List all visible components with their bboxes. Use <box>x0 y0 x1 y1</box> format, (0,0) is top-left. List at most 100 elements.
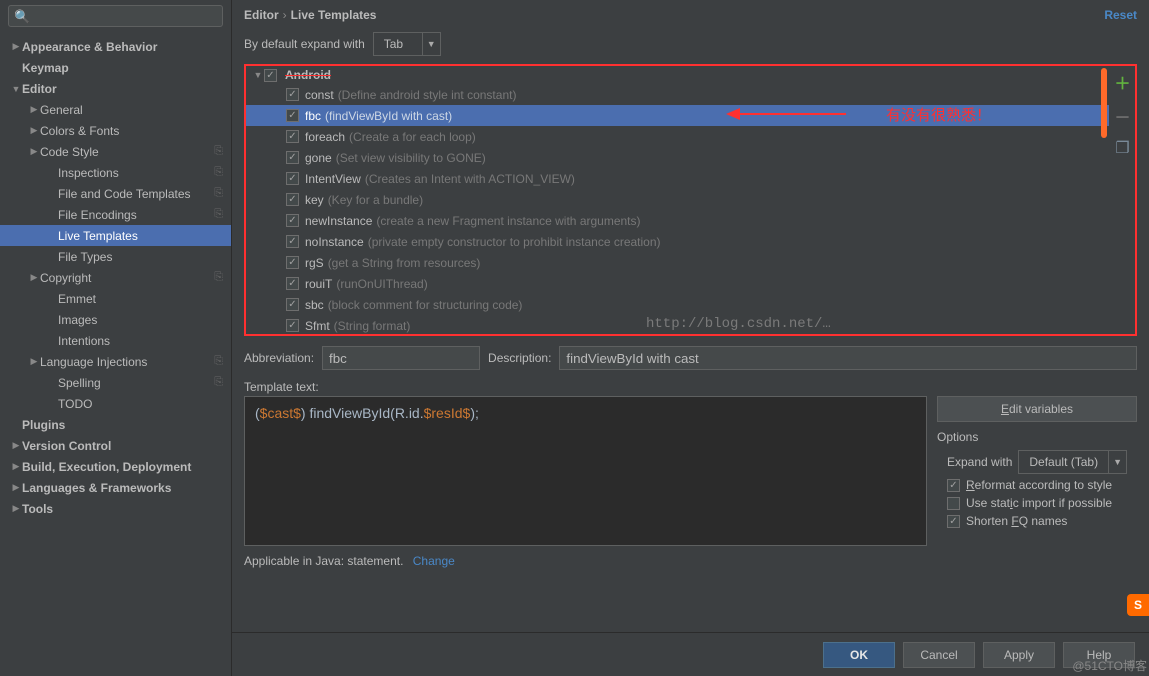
sidebar-item-spelling[interactable]: Spelling⎘ <box>0 372 231 393</box>
search-input[interactable] <box>8 5 223 27</box>
sidebar-item-label: Languages & Frameworks <box>22 481 171 495</box>
sidebar-item-copyright[interactable]: Copyright⎘ <box>0 267 231 288</box>
sidebar-item-code-style[interactable]: Code Style⎘ <box>0 141 231 162</box>
checkbox-icon[interactable] <box>286 298 299 311</box>
remove-icon[interactable]: － <box>1114 104 1130 128</box>
sidebar-item-plugins[interactable]: Plugins <box>0 414 231 435</box>
template-abbr: gone <box>305 151 332 165</box>
sidebar-item-label: Spelling <box>58 376 101 390</box>
cancel-button[interactable]: Cancel <box>903 642 975 668</box>
template-item-fbc[interactable]: fbc (findViewById with cast) <box>246 105 1109 126</box>
checkbox-icon[interactable] <box>947 479 960 492</box>
sidebar-item-label: General <box>40 103 83 117</box>
sidebar-item-editor[interactable]: Editor <box>0 78 231 99</box>
template-item-sbc[interactable]: sbc (block comment for structuring code) <box>246 294 1109 315</box>
template-list[interactable]: Android const (Define android style int … <box>246 66 1109 334</box>
settings-sidebar: 🔍 Appearance & BehaviorKeymapEditorGener… <box>0 0 232 676</box>
apply-button[interactable]: Apply <box>983 642 1055 668</box>
chevron-down-icon: ▼ <box>422 33 440 55</box>
checkbox-icon[interactable] <box>286 214 299 227</box>
sidebar-item-colors-fonts[interactable]: Colors & Fonts <box>0 120 231 141</box>
add-icon[interactable]: ＋ <box>1114 70 1130 94</box>
checkbox-icon[interactable] <box>286 277 299 290</box>
copy-icon: ⎘ <box>214 145 223 158</box>
static-import-option[interactable]: Use static import if possible <box>947 496 1137 510</box>
settings-tree[interactable]: Appearance & Behavior KeymapEditor General… <box>0 32 231 676</box>
checkbox-icon[interactable] <box>947 515 960 528</box>
sidebar-item-label: File Types <box>58 250 112 264</box>
checkbox-icon[interactable] <box>286 319 299 332</box>
template-desc: (Define android style int constant) <box>338 88 517 102</box>
template-item-const[interactable]: const (Define android style int constant… <box>246 84 1109 105</box>
checkbox-icon[interactable] <box>286 88 299 101</box>
template-item-key[interactable]: key (Key for a bundle) <box>246 189 1109 210</box>
default-expand-combo[interactable]: Tab ▼ <box>373 32 441 56</box>
checkbox-icon[interactable] <box>286 256 299 269</box>
sidebar-item-general[interactable]: General <box>0 99 231 120</box>
sidebar-item-keymap[interactable]: Keymap <box>0 57 231 78</box>
tree-arrow-icon <box>28 104 40 115</box>
checkbox-icon[interactable] <box>286 193 299 206</box>
template-text-editor[interactable]: ($cast$) findViewById(R.id.$resId$); <box>244 396 927 546</box>
applicable-text: Applicable in Java: statement. <box>244 554 403 568</box>
sidebar-item-version-control[interactable]: Version Control <box>0 435 231 456</box>
checkbox-icon[interactable] <box>264 69 277 82</box>
sidebar-item-appearance-behavior[interactable]: Appearance & Behavior <box>0 36 231 57</box>
sidebar-item-label: Colors & Fonts <box>40 124 119 138</box>
sidebar-item-inspections[interactable]: Inspections⎘ <box>0 162 231 183</box>
template-item-foreach[interactable]: foreach (Create a for each loop) <box>246 126 1109 147</box>
corner-watermark: @51CTO博客 <box>1072 657 1147 674</box>
change-context-link[interactable]: Change <box>413 554 455 568</box>
sidebar-item-label: Build, Execution, Deployment <box>22 460 191 474</box>
checkbox-icon[interactable] <box>286 109 299 122</box>
ime-badge: S <box>1127 594 1149 616</box>
template-item-intentview[interactable]: IntentView (Creates an Intent with ACTIO… <box>246 168 1109 189</box>
copy-icon[interactable]: ❐ <box>1115 138 1129 158</box>
sidebar-item-label: Copyright <box>40 271 91 285</box>
template-abbr: foreach <box>305 130 345 144</box>
reset-link[interactable]: Reset <box>1104 8 1137 22</box>
expand-with-label: Expand with <box>947 455 1012 469</box>
sidebar-item-label: Plugins <box>22 418 65 432</box>
copy-icon: ⎘ <box>214 166 223 179</box>
expand-with-combo[interactable]: Default (Tab) ▼ <box>1018 450 1127 474</box>
sidebar-item-intentions[interactable]: Intentions <box>0 330 231 351</box>
sidebar-item-file-encodings[interactable]: File Encodings⎘ <box>0 204 231 225</box>
edit-variables-button[interactable]: Edit variables <box>937 396 1137 422</box>
sidebar-item-build-execution-deployment[interactable]: Build, Execution, Deployment <box>0 456 231 477</box>
checkbox-icon[interactable] <box>286 235 299 248</box>
template-item-noinstance[interactable]: noInstance (private empty constructor to… <box>246 231 1109 252</box>
scrollbar[interactable] <box>1101 68 1107 138</box>
sidebar-item-file-types[interactable]: File Types <box>0 246 231 267</box>
tree-arrow-icon <box>10 84 22 94</box>
checkbox-icon[interactable] <box>286 172 299 185</box>
abbreviation-input[interactable] <box>322 346 480 370</box>
template-text-label: Template text: <box>244 380 1137 394</box>
sidebar-item-todo[interactable]: TODO <box>0 393 231 414</box>
shorten-fq-option[interactable]: Shorten FQ names <box>947 514 1137 528</box>
template-item-rgs[interactable]: rgS (get a String from resources) <box>246 252 1109 273</box>
template-item-gone[interactable]: gone (Set view visibility to GONE) <box>246 147 1109 168</box>
sidebar-item-images[interactable]: Images <box>0 309 231 330</box>
sidebar-item-live-templates[interactable]: Live Templates <box>0 225 231 246</box>
template-item-rouit[interactable]: rouiT (runOnUIThread) <box>246 273 1109 294</box>
description-input[interactable] <box>559 346 1137 370</box>
sidebar-item-label: Appearance & Behavior <box>22 40 157 54</box>
template-item-sfmt[interactable]: Sfmt (String format) <box>246 315 1109 334</box>
ok-button[interactable]: OK <box>823 642 895 668</box>
reformat-option[interactable]: Reformat according to style <box>947 478 1137 492</box>
sidebar-item-language-injections[interactable]: Language Injections⎘ <box>0 351 231 372</box>
checkbox-icon[interactable] <box>947 497 960 510</box>
templates-area: Android const (Define android style int … <box>244 64 1137 336</box>
template-desc: (Creates an Intent with ACTION_VIEW) <box>365 172 575 186</box>
template-group[interactable]: Android <box>246 66 1109 84</box>
description-label: Description: <box>488 351 551 365</box>
checkbox-icon[interactable] <box>286 130 299 143</box>
sidebar-item-tools[interactable]: Tools <box>0 498 231 519</box>
sidebar-item-emmet[interactable]: Emmet <box>0 288 231 309</box>
sidebar-item-languages-frameworks[interactable]: Languages & Frameworks <box>0 477 231 498</box>
checkbox-icon[interactable] <box>286 151 299 164</box>
template-desc: (private empty constructor to prohibit i… <box>368 235 661 249</box>
template-item-newinstance[interactable]: newInstance (create a new Fragment insta… <box>246 210 1109 231</box>
sidebar-item-file-and-code-templates[interactable]: File and Code Templates⎘ <box>0 183 231 204</box>
